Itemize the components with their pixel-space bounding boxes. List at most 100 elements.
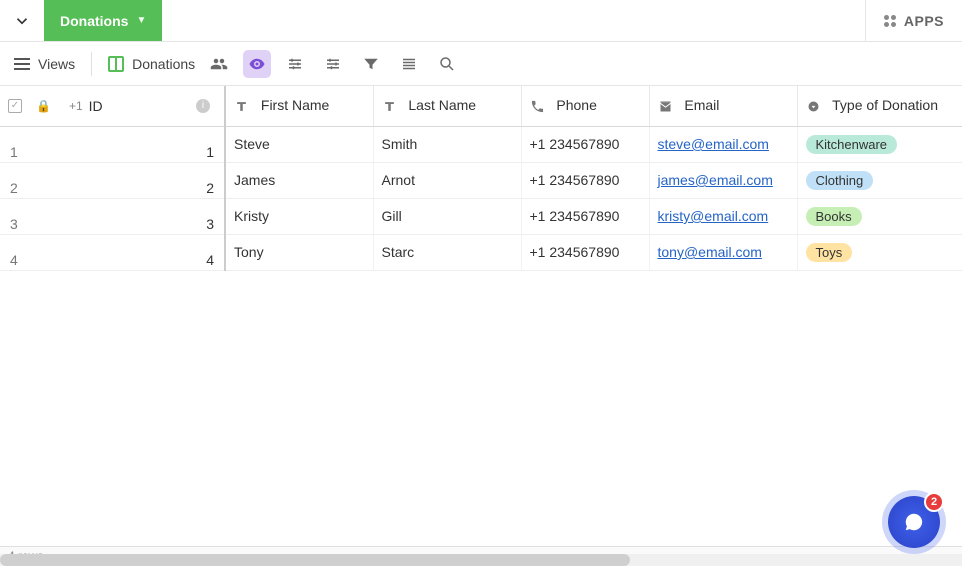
view-selector[interactable]: Donations (108, 56, 195, 72)
cell-donation-type[interactable]: Clothing (797, 162, 962, 198)
row-lead-cell[interactable]: 22 (0, 162, 225, 198)
chat-fab[interactable]: 2 (888, 496, 940, 548)
email-link[interactable]: steve@email.com (658, 136, 769, 152)
collaborators-button[interactable] (205, 50, 233, 78)
cell-donation-type[interactable]: Books (797, 198, 962, 234)
single-select-icon (806, 99, 821, 114)
chevron-down-icon (13, 12, 31, 30)
chat-icon (903, 511, 925, 533)
cell-phone[interactable]: +1 234567890 (521, 126, 649, 162)
table-row[interactable]: 11SteveSmith+1 234567890steve@email.comK… (0, 126, 962, 162)
cell-email[interactable]: kristy@email.com (649, 198, 797, 234)
toolbar: Views Donations (0, 42, 962, 86)
apps-icon (884, 15, 896, 27)
row-number: 2 (10, 180, 18, 196)
cell-first-name[interactable]: Tony (225, 234, 373, 270)
column-label: Last Name (408, 97, 476, 113)
column-label: Phone (556, 97, 596, 113)
cell-last-name[interactable]: Starc (373, 234, 521, 270)
people-icon (210, 55, 228, 73)
text-type-icon (382, 99, 397, 114)
lock-icon: 🔒 (36, 99, 51, 113)
table-row[interactable]: 44TonyStarc+1 234567890tony@email.comToy… (0, 234, 962, 270)
table-row[interactable]: 33KristyGill+1 234567890kristy@email.com… (0, 198, 962, 234)
cell-phone[interactable]: +1 234567890 (521, 234, 649, 270)
row-lead-cell[interactable]: 11 (0, 126, 225, 162)
topbar: Donations ▼ APPS (0, 0, 962, 42)
spacer (162, 0, 865, 41)
horizontal-scrollbar[interactable] (0, 554, 962, 566)
row-lead-cell[interactable]: 44 (0, 234, 225, 270)
cell-id: 1 (206, 144, 214, 160)
scrollbar-thumb[interactable] (0, 554, 630, 566)
views-toggle[interactable]: Views (14, 56, 75, 72)
info-icon[interactable]: i (196, 99, 210, 113)
email-link[interactable]: james@email.com (658, 172, 773, 188)
row-number: 4 (10, 252, 18, 268)
row-lead-cell[interactable]: 33 (0, 198, 225, 234)
cell-first-name[interactable]: James (225, 162, 373, 198)
apps-button[interactable]: APPS (865, 0, 962, 41)
table: ✓ 🔒 +1 ID i First Name Last Name (0, 86, 962, 271)
views-label: Views (38, 56, 75, 72)
table-header: ✓ 🔒 +1 ID i First Name Last Name (0, 86, 962, 126)
row-number: 1 (10, 144, 18, 160)
tab-donations[interactable]: Donations ▼ (44, 0, 162, 41)
column-header-email[interactable]: Email (649, 86, 797, 126)
cell-last-name[interactable]: Arnot (373, 162, 521, 198)
email-icon (658, 99, 673, 114)
apps-label: APPS (904, 13, 944, 29)
chat-badge: 2 (924, 492, 944, 512)
cell-phone[interactable]: +1 234567890 (521, 198, 649, 234)
eye-icon (248, 55, 266, 73)
row-number: 3 (10, 216, 18, 232)
autonumber-icon: +1 (69, 99, 83, 113)
cell-id: 4 (206, 252, 214, 268)
cell-phone[interactable]: +1 234567890 (521, 162, 649, 198)
tab-donations-label: Donations (60, 13, 128, 29)
cell-first-name[interactable]: Steve (225, 126, 373, 162)
column-header-phone[interactable]: Phone (521, 86, 649, 126)
filter-sliders-button-2[interactable] (319, 50, 347, 78)
column-label: First Name (261, 97, 329, 113)
cell-id: 3 (206, 216, 214, 232)
search-button[interactable] (433, 50, 461, 78)
phone-icon (530, 99, 545, 114)
select-all-checkbox[interactable]: ✓ (8, 99, 22, 113)
table-row[interactable]: 22JamesArnot+1 234567890 james@email.com C… (0, 162, 962, 198)
donation-type-tag: Books (806, 207, 862, 226)
row-height-button[interactable] (395, 50, 423, 78)
email-link[interactable]: tony@email.com (658, 244, 762, 260)
cell-first-name[interactable]: Kristy (225, 198, 373, 234)
sliders-icon (324, 55, 342, 73)
data-grid[interactable]: ✓ 🔒 +1 ID i First Name Last Name (0, 86, 962, 546)
visibility-button[interactable] (243, 50, 271, 78)
cell-last-name[interactable]: Gill (373, 198, 521, 234)
grid-icon (108, 56, 124, 72)
cell-email[interactable]: steve@email.com (649, 126, 797, 162)
donation-type-tag: Kitchenware (806, 135, 898, 154)
column-label: Type of Donation (832, 97, 938, 113)
donation-type-tag: Toys (806, 243, 853, 262)
cell-email[interactable]: tony@email.com (649, 234, 797, 270)
text-type-icon (234, 99, 249, 114)
filter-sliders-button-1[interactable] (281, 50, 309, 78)
divider (91, 52, 92, 76)
row-height-icon (400, 55, 418, 73)
funnel-icon (362, 55, 380, 73)
expand-toggle[interactable] (0, 0, 44, 41)
email-link[interactable]: kristy@email.com (658, 208, 769, 224)
filter-button[interactable] (357, 50, 385, 78)
cell-donation-type[interactable]: Kitchenware (797, 126, 962, 162)
column-header-donation-type[interactable]: Type of Donation (797, 86, 962, 126)
column-label: Email (684, 97, 719, 113)
cell-email[interactable]: james@email.com (649, 162, 797, 198)
column-header-id[interactable]: ✓ 🔒 +1 ID i (0, 86, 225, 126)
cell-donation-type[interactable]: Toys (797, 234, 962, 270)
column-label: ID (89, 98, 103, 114)
donation-type-tag: Clothing (806, 171, 874, 190)
cell-last-name[interactable]: Smith (373, 126, 521, 162)
caret-down-icon: ▼ (136, 15, 146, 26)
column-header-first-name[interactable]: First Name (225, 86, 373, 126)
column-header-last-name[interactable]: Last Name (373, 86, 521, 126)
